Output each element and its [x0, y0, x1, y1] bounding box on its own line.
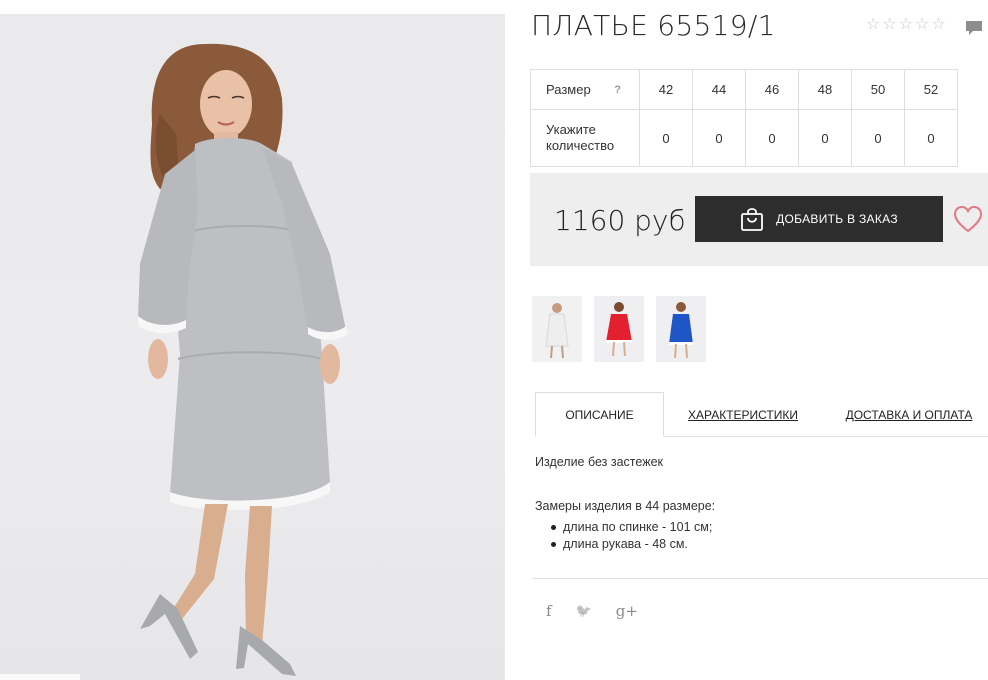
thumbnail-white-dress[interactable]: [532, 296, 582, 362]
model-in-grey-dress-image: [138, 43, 348, 676]
tab-delivery-payment[interactable]: ДОСТАВКА И ОПЛАТА: [844, 392, 974, 437]
star-icon[interactable]: ☆: [899, 16, 913, 34]
share-bar: f 🐦 g+: [546, 602, 638, 620]
star-icon[interactable]: ☆: [866, 16, 880, 34]
product-main-photo[interactable]: [0, 14, 505, 680]
quantity-row: Укажите количество 0 0 0 0 0 0: [530, 109, 958, 167]
star-icon[interactable]: ☆: [915, 16, 929, 34]
quantity-input-48[interactable]: 0: [798, 109, 852, 167]
share-divider: [533, 578, 988, 579]
heart-icon[interactable]: [953, 205, 983, 233]
rating-stars[interactable]: ☆ ☆ ☆ ☆ ☆: [866, 16, 946, 34]
add-to-order-label: ДОБАВИТЬ В ЗАКАЗ: [776, 212, 898, 226]
size-52: 52: [904, 69, 958, 110]
purchase-box: 1160 руб ДОБАВИТЬ В ЗАКАЗ: [530, 173, 988, 266]
quantity-label: Укажите количество: [530, 109, 640, 167]
twitter-icon[interactable]: 🐦: [576, 604, 592, 619]
product-title: ПЛАТЬЕ 65519/1: [531, 9, 776, 42]
facebook-icon[interactable]: f: [546, 602, 552, 620]
measurements-heading: Замеры изделия в 44 размере:: [535, 499, 716, 513]
star-icon[interactable]: ☆: [931, 16, 945, 34]
quantity-input-50[interactable]: 0: [851, 109, 905, 167]
measurements-list: длина по спинке - 101 см; длина рукава -…: [551, 519, 712, 553]
size-row: Размер ? 42 44 46 48 50 52: [530, 69, 958, 110]
add-to-order-button[interactable]: ДОБАВИТЬ В ЗАКАЗ: [695, 196, 943, 242]
size-42: 42: [639, 69, 693, 110]
thumbnail-blue-dress[interactable]: [656, 296, 706, 362]
tab-description[interactable]: ОПИСАНИЕ: [535, 392, 664, 437]
comment-icon[interactable]: [965, 20, 983, 36]
size-label: Размер: [546, 81, 591, 97]
color-thumbnails: [532, 296, 706, 362]
size-44: 44: [692, 69, 746, 110]
thumbnail-red-image: [594, 296, 644, 362]
thumbnail-white-image: [532, 296, 582, 362]
size-48: 48: [798, 69, 852, 110]
price: 1160 руб: [554, 204, 686, 237]
google-plus-icon[interactable]: g+: [616, 602, 638, 620]
description-line: Изделие без застежек: [535, 455, 663, 469]
thumbnail-red-dress[interactable]: [594, 296, 644, 362]
size-quantity-table: Размер ? 42 44 46 48 50 52 Укажите колич…: [530, 69, 958, 167]
tab-characteristics[interactable]: ХАРАКТЕРИСТИКИ: [684, 392, 802, 437]
quantity-input-42[interactable]: 0: [639, 109, 693, 167]
size-label-cell: Размер ?: [530, 69, 640, 110]
photo-corner: [0, 674, 80, 680]
quantity-input-52[interactable]: 0: [904, 109, 958, 167]
thumbnail-blue-image: [656, 296, 706, 362]
list-item: длина рукава - 48 см.: [551, 536, 712, 553]
size-help-icon[interactable]: ?: [614, 82, 621, 98]
bag-icon: [741, 208, 764, 231]
star-icon[interactable]: ☆: [882, 16, 896, 34]
size-46: 46: [745, 69, 799, 110]
quantity-input-46[interactable]: 0: [745, 109, 799, 167]
size-50: 50: [851, 69, 905, 110]
quantity-input-44[interactable]: 0: [692, 109, 746, 167]
list-item: длина по спинке - 101 см;: [551, 519, 712, 536]
